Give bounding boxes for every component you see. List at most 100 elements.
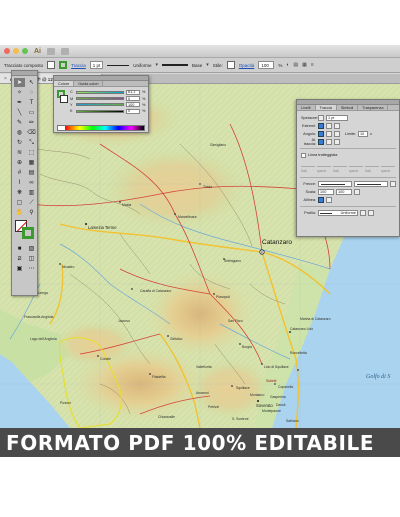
gap-field-1[interactable] xyxy=(317,161,331,167)
bridge-icon[interactable] xyxy=(47,47,55,55)
arrange-documents-icon[interactable] xyxy=(61,47,69,55)
brush-preview[interactable] xyxy=(162,64,188,66)
blob-brush-tool-icon[interactable]: ◍ xyxy=(14,128,25,137)
selection-tool-icon[interactable]: ➤ xyxy=(14,78,25,87)
end-arrow-select[interactable] xyxy=(354,181,388,187)
stroke-swatch[interactable] xyxy=(59,61,68,69)
projecting-cap-button[interactable] xyxy=(334,123,340,129)
profile-chevron-icon[interactable]: ▾ xyxy=(155,62,158,68)
lasso-tool-icon[interactable]: ◌ xyxy=(26,88,37,97)
draw-mode-icon[interactable]: ◫ xyxy=(26,254,37,263)
color-panel-swatches[interactable] xyxy=(57,90,69,104)
tab-traccia[interactable]: Traccia xyxy=(315,105,337,110)
opacity-field[interactable]: 100 xyxy=(258,61,275,69)
weight-stepper-icon[interactable] xyxy=(318,115,324,121)
zoom-window-button[interactable] xyxy=(22,48,28,54)
flip-along-button[interactable] xyxy=(360,210,366,216)
none-mode-icon[interactable]: ⧄ xyxy=(14,254,25,263)
yellow-slider[interactable] xyxy=(76,103,124,107)
minimize-window-button[interactable] xyxy=(13,48,19,54)
gradient-mode-icon[interactable]: ▧ xyxy=(26,244,37,253)
stroke-link[interactable]: Traccia xyxy=(71,63,86,68)
align-icon[interactable]: ▤ xyxy=(293,62,298,68)
transform-icon[interactable]: ▦ xyxy=(302,62,307,68)
slice-tool-icon[interactable]: ⟋ xyxy=(26,198,37,207)
align-inside-button[interactable] xyxy=(326,139,332,145)
magic-wand-tool-icon[interactable]: ✧ xyxy=(14,88,25,97)
round-cap-button[interactable] xyxy=(326,123,332,129)
mesh-tool-icon[interactable]: # xyxy=(14,168,25,177)
stroke-swatch-icon[interactable] xyxy=(22,227,34,239)
paintbrush-tool-icon[interactable]: ✎ xyxy=(14,118,25,127)
cyan-slider[interactable] xyxy=(76,90,124,94)
black-slider[interactable] xyxy=(76,109,124,113)
dashed-line-checkbox[interactable] xyxy=(301,152,306,158)
pen-tool-icon[interactable]: ✒ xyxy=(14,98,25,107)
fill-stroke-swatches[interactable] xyxy=(15,220,35,240)
tab-simboli[interactable]: Simboli xyxy=(337,105,359,110)
close-tab-icon[interactable]: × xyxy=(4,76,7,82)
free-transform-tool-icon[interactable]: ⬚ xyxy=(26,148,37,157)
tab-guida-colori[interactable]: Guida colori xyxy=(74,81,104,86)
bevel-join-button[interactable] xyxy=(334,131,340,137)
screen-mode-icon[interactable]: ▣ xyxy=(14,264,25,273)
butt-cap-button[interactable] xyxy=(318,123,324,129)
end-scale-field[interactable]: 100 xyxy=(336,189,352,195)
tab-livelli[interactable]: Livelli xyxy=(297,105,316,110)
limit-field[interactable]: 10 xyxy=(358,131,368,137)
arrow-extend-button[interactable] xyxy=(318,197,324,203)
brush-label[interactable]: Base xyxy=(192,63,202,68)
hand-tool-icon[interactable]: ✋ xyxy=(14,208,25,217)
gap-field-3[interactable] xyxy=(381,161,395,167)
artboard-tool-icon[interactable]: ▢ xyxy=(14,198,25,207)
symbol-sprayer-tool-icon[interactable]: ❋ xyxy=(14,188,25,197)
column-graph-tool-icon[interactable]: ▥ xyxy=(26,188,37,197)
yellow-value[interactable]: 100 xyxy=(126,102,140,108)
perspective-grid-tool-icon[interactable]: ▦ xyxy=(26,158,37,167)
align-center-button[interactable] xyxy=(318,139,324,145)
type-tool-icon[interactable]: T xyxy=(26,98,37,107)
fill-swatch[interactable] xyxy=(47,61,56,69)
start-scale-field[interactable]: 100 xyxy=(318,189,334,195)
variable-width-preview[interactable] xyxy=(107,64,130,66)
recolor-icon[interactable]: ◐ xyxy=(286,62,289,68)
scale-tool-icon[interactable]: ⤡ xyxy=(26,138,37,147)
dash-field-3[interactable] xyxy=(365,161,379,167)
zoom-tool-icon[interactable]: ⚲ xyxy=(26,208,37,217)
weight-field[interactable]: 1 pt xyxy=(326,115,348,121)
stroke-weight-field[interactable]: 1 pt xyxy=(89,61,104,69)
edit-toolbar-icon[interactable]: ⋯ xyxy=(26,264,37,273)
tab-colore[interactable]: Colore xyxy=(54,81,75,86)
direct-selection-tool-icon[interactable]: ↖ xyxy=(26,78,37,87)
graphic-style-swatch[interactable] xyxy=(226,61,235,69)
eyedropper-tool-icon[interactable]: ⌇ xyxy=(14,178,25,187)
cyan-value[interactable]: 61,1 xyxy=(126,89,140,95)
gradient-tool-icon[interactable]: ▤ xyxy=(26,168,37,177)
active-fill-swatch[interactable] xyxy=(60,95,68,103)
dash-field-1[interactable] xyxy=(301,161,315,167)
magenta-value[interactable]: 0 xyxy=(126,96,140,102)
color-mode-icon[interactable]: ■ xyxy=(14,244,25,253)
blend-tool-icon[interactable]: ∞ xyxy=(26,178,37,187)
shape-builder-tool-icon[interactable]: ⊕ xyxy=(14,158,25,167)
opacity-link[interactable]: Opacità xyxy=(239,63,255,68)
brush-chevron-icon[interactable]: ▾ xyxy=(206,62,209,68)
flip-across-button[interactable] xyxy=(368,210,374,216)
swap-arrows-button[interactable] xyxy=(390,181,396,187)
rectangle-tool-icon[interactable]: ▭ xyxy=(26,108,37,117)
profile-select[interactable]: Uniforme xyxy=(318,210,358,216)
tab-trasparenza[interactable]: Trasparenza xyxy=(358,105,389,110)
line-tool-icon[interactable]: ╲ xyxy=(14,108,25,117)
gap-field-2[interactable] xyxy=(349,161,363,167)
arrow-place-button[interactable] xyxy=(326,197,332,203)
close-window-button[interactable] xyxy=(4,48,10,54)
align-outside-button[interactable] xyxy=(334,139,340,145)
variable-width-profile[interactable]: Uniforme xyxy=(133,63,151,68)
link-scale-button[interactable] xyxy=(354,189,360,195)
eraser-tool-icon[interactable]: ⌫ xyxy=(26,128,37,137)
panel-menu-icon[interactable]: ≡ xyxy=(311,62,314,68)
round-join-button[interactable] xyxy=(326,131,332,137)
width-tool-icon[interactable]: ≋ xyxy=(14,148,25,157)
dash-field-2[interactable] xyxy=(333,161,347,167)
start-arrow-select[interactable] xyxy=(318,181,352,187)
